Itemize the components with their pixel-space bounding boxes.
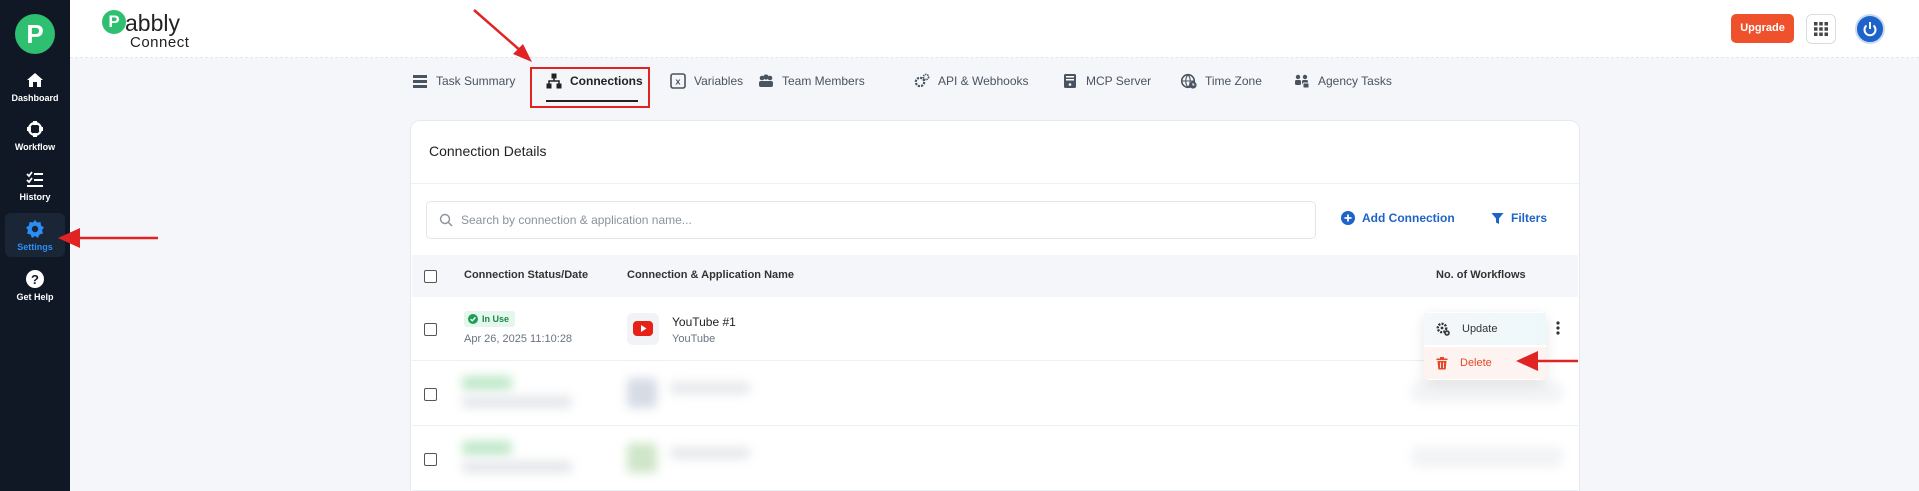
app-icon-container: [627, 313, 659, 345]
annotation-arrow-settings: [58, 228, 158, 248]
home-icon: [27, 73, 43, 87]
grid-icon: [1814, 22, 1828, 36]
blurred-name: [670, 447, 750, 459]
annotation-arrow-delete: [1516, 351, 1578, 371]
row-checkbox[interactable]: [424, 388, 437, 401]
upgrade-button[interactable]: Upgrade: [1731, 14, 1794, 43]
sidebar-item-workflow[interactable]: Workflow: [0, 119, 70, 152]
sidebar-item-label: History: [19, 192, 51, 202]
account-avatar-button[interactable]: [1855, 14, 1885, 44]
table-row[interactable]: [412, 427, 1578, 491]
tab-label: API & Webhooks: [938, 74, 1029, 88]
status-text: In Use: [482, 314, 510, 324]
tab-variables[interactable]: x Variables: [670, 58, 743, 104]
blurred-app-icon: [627, 378, 657, 408]
row-checkbox[interactable]: [424, 323, 437, 336]
sidebar-item-label: Dashboard: [11, 93, 59, 103]
gear-update-icon: [1436, 322, 1450, 336]
blurred-workflows: [1412, 447, 1562, 467]
delete-label: Delete: [1460, 357, 1492, 369]
add-connection-label: Add Connection: [1362, 211, 1455, 225]
sidebar-item-label: Get Help: [16, 292, 54, 302]
filter-icon: [1491, 212, 1504, 224]
filters-label: Filters: [1511, 211, 1548, 225]
table-header: Connection Status/Date Connection & Appl…: [412, 255, 1578, 297]
check-circle-icon: [468, 314, 478, 324]
search-icon: [439, 213, 453, 227]
tab-label: MCP Server: [1086, 74, 1152, 88]
svg-text:?: ?: [31, 272, 39, 287]
blurred-date: [462, 396, 572, 408]
update-label: Update: [1462, 323, 1498, 335]
connection-name: YouTube #1: [672, 315, 736, 329]
connection-date: Apr 26, 2025 11:10:28: [464, 333, 573, 345]
help-icon: ?: [26, 270, 44, 288]
variables-icon: x: [670, 73, 686, 89]
status-badge: In Use: [464, 311, 516, 327]
column-header-status: Connection Status/Date: [464, 269, 589, 281]
column-header-name: Connection & Application Name: [627, 269, 795, 281]
apps-grid-button[interactable]: [1806, 14, 1836, 44]
tab-team-members[interactable]: Team Members: [758, 58, 865, 104]
annotation-highlight-box: [530, 67, 650, 108]
brand-mark: P: [102, 10, 126, 34]
table-row[interactable]: In Use Apr 26, 2025 11:10:28 YouTube #1 …: [412, 297, 1578, 361]
tab-mcp-server[interactable]: MCP Server: [1062, 58, 1151, 104]
team-icon: [759, 74, 773, 87]
sidebar-item-dashboard[interactable]: Dashboard: [0, 70, 70, 103]
api-gear-icon: [914, 73, 930, 88]
tab-label: Task Summary: [436, 74, 516, 88]
tab-label: Team Members: [782, 74, 865, 88]
blurred-name: [670, 382, 750, 394]
card-title: Connection Details: [429, 143, 547, 159]
power-icon: [1863, 22, 1877, 37]
top-header: P abbly Connect Upgrade: [70, 0, 1919, 58]
search-box[interactable]: [426, 201, 1316, 239]
add-connection-button[interactable]: Add Connection: [1341, 211, 1455, 225]
trash-icon: [1436, 356, 1448, 369]
blurred-status: [462, 376, 512, 390]
table-row[interactable]: [412, 362, 1578, 426]
server-icon: [1064, 74, 1076, 88]
blurred-status: [462, 441, 512, 455]
blurred-date: [462, 461, 572, 473]
application-name: YouTube: [672, 333, 716, 345]
row-checkbox[interactable]: [424, 453, 437, 466]
sidebar-item-get-help[interactable]: ? Get Help: [0, 269, 70, 302]
tab-time-zone[interactable]: Time Zone: [1181, 58, 1262, 104]
update-menu-item[interactable]: Update: [1424, 313, 1546, 345]
gear-icon: [26, 220, 44, 238]
more-options-icon[interactable]: [1556, 321, 1560, 335]
sidebar-logo[interactable]: P: [15, 14, 55, 54]
tab-label: Agency Tasks: [1318, 74, 1392, 88]
brand-name: abbly: [125, 10, 180, 36]
sidebar-item-history[interactable]: History: [0, 169, 70, 202]
tab-label: Variables: [694, 74, 744, 88]
sidebar-item-label: Workflow: [14, 142, 56, 152]
column-header-workflows: No. of Workflows: [1436, 269, 1526, 281]
workflow-icon: [27, 121, 43, 137]
globe-clock-icon: [1181, 73, 1197, 89]
tab-api-webhooks[interactable]: API & Webhooks: [914, 58, 1029, 104]
svg-text:x: x: [675, 78, 681, 88]
tab-label: Time Zone: [1205, 74, 1262, 88]
history-icon: [26, 171, 43, 187]
brand-subtitle: Connect: [130, 34, 190, 51]
tab-agency-tasks[interactable]: Agency Tasks: [1294, 58, 1392, 104]
connection-details-card: Connection Details Add Connection Filter…: [410, 120, 1580, 491]
task-summary-icon: [413, 75, 427, 88]
card-divider: [411, 183, 1579, 184]
select-all-checkbox[interactable]: [424, 270, 437, 283]
youtube-icon: [633, 321, 653, 336]
plus-circle-icon: [1341, 211, 1355, 225]
agency-icon: [1295, 74, 1310, 89]
blurred-workflows: [1412, 382, 1562, 402]
blurred-app-icon: [627, 443, 657, 473]
search-input[interactable]: [461, 202, 1301, 238]
annotation-arrow-connections: [473, 9, 532, 62]
filters-button[interactable]: Filters: [1491, 211, 1547, 225]
